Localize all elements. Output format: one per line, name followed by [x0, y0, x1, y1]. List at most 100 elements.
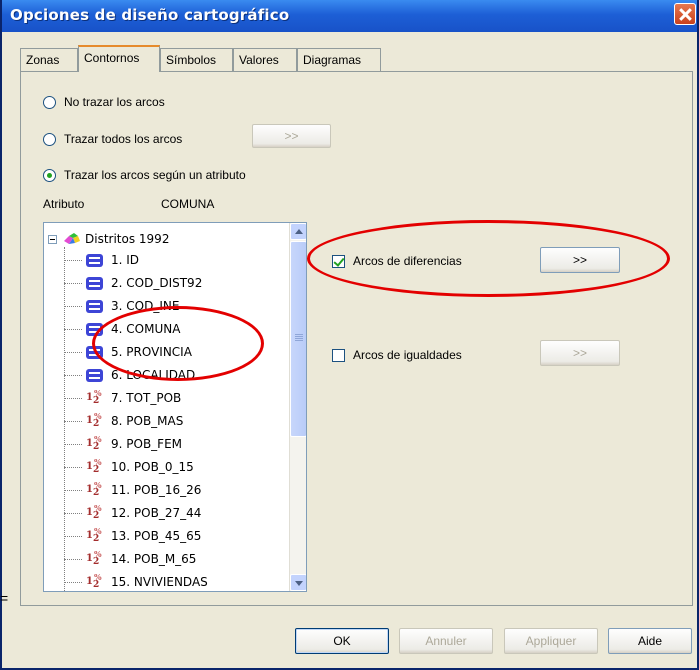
- tree-item[interactable]: 1 2% 9. POB_FEM: [64, 433, 182, 455]
- browse-igualdades-button[interactable]: >>: [540, 340, 620, 366]
- browse-diferencias-button[interactable]: >>: [540, 247, 620, 273]
- attribute-label: Atributo: [43, 197, 85, 211]
- tree-connector: [64, 466, 82, 468]
- tree-item[interactable]: 1 2% 12. POB_27_44: [64, 502, 201, 524]
- side-mark: =: [0, 590, 9, 606]
- vertical-scrollbar[interactable]: [289, 223, 306, 591]
- tree-item-label: 9. POB_FEM: [111, 437, 183, 451]
- tree-item-label: 3. COD_INE: [111, 299, 180, 313]
- ok-button[interactable]: OK: [295, 628, 389, 654]
- tree-item[interactable]: 2. COD_DIST92: [64, 272, 202, 294]
- tab-label: Valores: [239, 53, 279, 67]
- tree-root[interactable]: Distritos 1992: [48, 231, 169, 247]
- radio-label: Trazar los arcos según un atributo: [64, 168, 246, 182]
- check-arcos-igualdades[interactable]: Arcos de igualdades: [332, 347, 462, 363]
- tree-connector: [64, 259, 82, 261]
- tab-contornos[interactable]: Contornos: [78, 45, 160, 72]
- window-title: Opciones de diseño cartográfico: [10, 6, 290, 24]
- tree-connector: [64, 489, 82, 491]
- tab-label: Contornos: [84, 51, 140, 65]
- tab-valores[interactable]: Valores: [233, 48, 297, 71]
- numeric-field-icon: 1 2%: [86, 480, 102, 498]
- grip-icon: [295, 334, 303, 342]
- appliquer-button[interactable]: Appliquer: [504, 628, 598, 654]
- numeric-field-icon: 1 2%: [86, 457, 102, 475]
- aide-button[interactable]: Aide: [608, 628, 692, 654]
- tab-label: Símbolos: [166, 53, 217, 67]
- numeric-field-icon: 1 2%: [86, 434, 102, 452]
- tree-item[interactable]: 1 2% 11. POB_16_26: [64, 479, 201, 501]
- numeric-field-icon: 1 2%: [86, 411, 102, 429]
- text-field-icon: [86, 368, 103, 382]
- text-field-icon: [86, 322, 103, 336]
- dialog-window: Opciones de diseño cartográfico Zonas Co…: [0, 0, 699, 670]
- title-bar[interactable]: Opciones de diseño cartográfico: [2, 0, 697, 32]
- tree-item[interactable]: 1. ID: [64, 249, 139, 271]
- tree-item[interactable]: 1 2% 13. POB_45_65: [64, 525, 201, 547]
- layer-icon: [63, 232, 80, 246]
- radio-label: No trazar los arcos: [64, 95, 165, 109]
- radio-no-trazar[interactable]: No trazar los arcos: [43, 94, 165, 110]
- tab-diagramas[interactable]: Diagramas: [297, 48, 381, 71]
- tree-item-label: 14. POB_M_65: [111, 552, 197, 566]
- tab-label: Zonas: [26, 53, 60, 67]
- tree-item[interactable]: 1 2% 7. TOT_POB: [64, 387, 181, 409]
- tree-item[interactable]: 5. PROVINCIA: [64, 341, 192, 363]
- tree-connector: [64, 282, 82, 284]
- tree-item-label: 15. NVIVIENDAS: [111, 575, 208, 589]
- tree-connector: [64, 374, 82, 376]
- tree-item[interactable]: 6. LOCALIDAD: [64, 364, 195, 386]
- text-field-icon: [86, 345, 103, 359]
- field-tree[interactable]: Distritos 1992 1. ID 2. COD_DIST92 3. COD_…: [43, 222, 307, 592]
- tree-item[interactable]: 1 2% 15. NVIVIENDAS: [64, 571, 208, 591]
- tab-label: Diagramas: [303, 53, 362, 67]
- tree-connector: [64, 512, 82, 514]
- tab-zonas[interactable]: Zonas: [20, 48, 78, 71]
- check-arcos-diferencias[interactable]: Arcos de diferencias: [332, 253, 462, 269]
- tree-item-label: 2. COD_DIST92: [111, 276, 203, 290]
- tree-item[interactable]: 1 2% 8. POB_MAS: [64, 410, 183, 432]
- checkbox[interactable]: [332, 254, 345, 268]
- tree-connector: [64, 535, 82, 537]
- scroll-thumb[interactable]: [290, 241, 306, 437]
- scroll-down-icon[interactable]: [290, 574, 306, 591]
- tree-item-label: 13. POB_45_65: [111, 529, 202, 543]
- attribute-value: COMUNA: [161, 197, 215, 211]
- checkbox[interactable]: [332, 348, 345, 362]
- tree-item-label: 7. TOT_POB: [111, 391, 182, 405]
- tree-connector: [64, 558, 82, 560]
- tree-item-label: 12. POB_27_44: [111, 506, 202, 520]
- tree-connector: [64, 351, 82, 353]
- text-field-icon: [86, 253, 103, 267]
- tree-item-label: 4. COMUNA: [111, 322, 181, 336]
- radio-button[interactable]: [43, 95, 56, 109]
- text-field-icon: [86, 276, 103, 290]
- scroll-up-icon[interactable]: [290, 223, 306, 240]
- radio-button[interactable]: [43, 132, 56, 146]
- tree-connector: [64, 328, 82, 330]
- tree-connector: [64, 305, 82, 307]
- check-label: Arcos de igualdades: [353, 348, 462, 362]
- collapse-icon[interactable]: [48, 234, 57, 244]
- numeric-field-icon: 1 2%: [86, 388, 102, 406]
- tree-item[interactable]: 1 2% 10. POB_0_15: [64, 456, 194, 478]
- tree-item[interactable]: 1 2% 14. POB_M_65: [64, 548, 196, 570]
- tree-connector: [64, 397, 82, 399]
- tab-simbolos[interactable]: Símbolos: [160, 48, 233, 71]
- tree-connector: [64, 443, 82, 445]
- browse-todos-button[interactable]: >>: [252, 124, 331, 148]
- radio-button[interactable]: [43, 168, 56, 182]
- tree-item[interactable]: 3. COD_INE: [64, 295, 179, 317]
- radio-trazar-atributo[interactable]: Trazar los arcos según un atributo: [43, 167, 246, 183]
- tree-item-label: 1. ID: [111, 253, 140, 267]
- close-icon[interactable]: [674, 3, 696, 25]
- tree-item[interactable]: 4. COMUNA: [64, 318, 180, 340]
- tree-item-label: 5. PROVINCIA: [111, 345, 192, 359]
- numeric-field-icon: 1 2%: [86, 526, 102, 544]
- check-label: Arcos de diferencias: [353, 254, 462, 268]
- tree-connector: [64, 420, 82, 422]
- tree-item-label: 10. POB_0_15: [111, 460, 194, 474]
- radio-trazar-todos[interactable]: Trazar todos los arcos: [43, 131, 182, 147]
- radio-label: Trazar todos los arcos: [64, 132, 183, 146]
- annuler-button[interactable]: Annuler: [399, 628, 493, 654]
